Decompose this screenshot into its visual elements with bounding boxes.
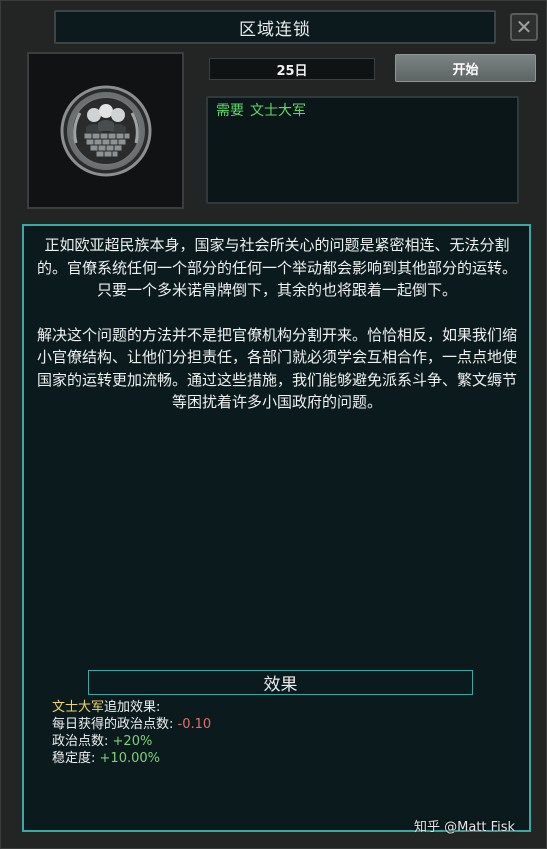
close-icon: ✕ [515,15,533,39]
effect-value: +10.00% [99,751,160,766]
start-button-label: 开始 [452,62,479,78]
effects-target-suffix: 追加效果: [104,700,161,715]
effects-list: 文士大军追加效果: 每日获得的政治点数: -0.10 政治点数: +20% 稳定… [52,699,211,767]
effects-title: 效果 [263,675,298,695]
start-focus-button[interactable]: 开始 [395,54,536,82]
watermark: 知乎 @Matt Fisk [414,820,516,835]
focus-duration: 25日 [209,58,375,80]
effect-row: 每日获得的政治点数: -0.10 [52,716,211,733]
close-button[interactable]: ✕ [510,13,538,41]
effects-header: 效果 [88,670,473,695]
effect-label: 每日获得的政治点数: [52,717,174,732]
bureaucrats-emblem-icon [60,85,151,176]
effect-value: +20% [112,734,153,749]
effect-label: 政治点数: [52,734,109,749]
focus-days: 25日 [276,63,308,79]
effect-row: 稳定度: +10.00% [52,750,211,767]
effect-value: -0.10 [177,717,212,732]
focus-emblem-frame [27,52,184,209]
description-paragraph: 正如欧亚超民族本身，国家与社会所关心的问题是紧密相连、无法分割的。官僚系统任何一… [36,236,517,299]
description-paragraph: 解决这个问题的方法并不是把官僚机构分割开来。恰恰相反，如果我们缩小官僚结构、让他… [36,325,517,412]
effects-target[interactable]: 文士大军 [52,700,104,715]
focus-content-panel: 正如欧亚超民族本身，国家与社会所关心的问题是紧密相连、无法分割的。官僚系统任何一… [22,224,531,832]
requirement-prefix: 需要 [216,103,244,119]
effect-label: 稳定度: [52,751,96,766]
effect-row: 政治点数: +20% [52,733,211,750]
requirements-box: 需要 文士大军 [206,96,519,204]
focus-window: 区域连锁 ✕ 25日 开始 需要 文士大军 正如欧亚超民族本身，国家与社会所关心… [0,0,547,849]
focus-description: 正如欧亚超民族本身，国家与社会所关心的问题是紧密相连、无法分割的。官僚系统任何一… [36,234,518,436]
requirement-value: 文士大军 [250,103,306,119]
window-title: 区域连锁 [239,19,311,40]
window-title-bar: 区域连锁 [54,10,496,44]
effects-target-row: 文士大军追加效果: [52,699,211,716]
